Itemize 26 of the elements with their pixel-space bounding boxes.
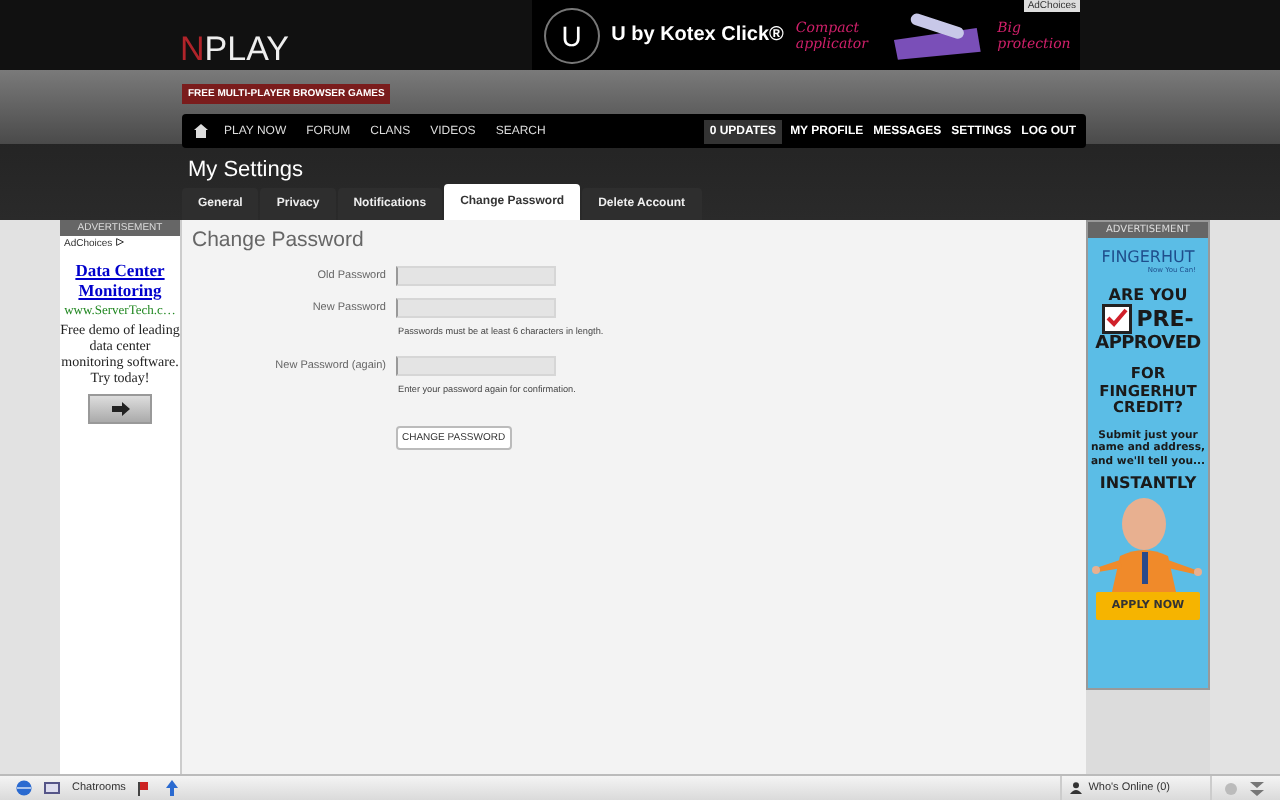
password-field[interactable]: [396, 356, 556, 376]
home-icon[interactable]: [194, 124, 208, 138]
ad-logo: U: [544, 7, 600, 63]
arrow-icon: [111, 402, 129, 416]
password-field[interactable]: [396, 266, 556, 286]
ad-headline: INSTANTLY: [1097, 474, 1199, 492]
tampon-drawing: [890, 11, 986, 59]
flag-icon[interactable]: [137, 781, 154, 795]
ad-arrow-button[interactable]: [88, 394, 152, 424]
chat-icon[interactable]: [44, 782, 60, 794]
ad-headline: ARE YOU: [1106, 286, 1190, 304]
site-logo: NPLAY: [180, 32, 291, 68]
form-title: Change Password: [192, 228, 366, 252]
password-field[interactable]: [396, 298, 556, 318]
ad-headline: APPROVED: [1093, 334, 1203, 356]
ad-title-link[interactable]: Data Center Monitoring: [60, 260, 180, 300]
play-icon[interactable]: [115, 238, 124, 246]
ad-headline: PRE-: [1136, 306, 1194, 332]
ad-brand: FINGERHUT: [1099, 248, 1197, 266]
globe-icon[interactable]: [16, 780, 32, 796]
ad-brand: U by Kotex Click®: [611, 24, 784, 46]
checkbox-icon: [1102, 304, 1133, 334]
user-icon: [1070, 782, 1083, 794]
page-title: My Settings: [188, 158, 305, 182]
up-arrow-icon[interactable]: [165, 780, 178, 796]
collapse-icon[interactable]: [1250, 781, 1264, 795]
